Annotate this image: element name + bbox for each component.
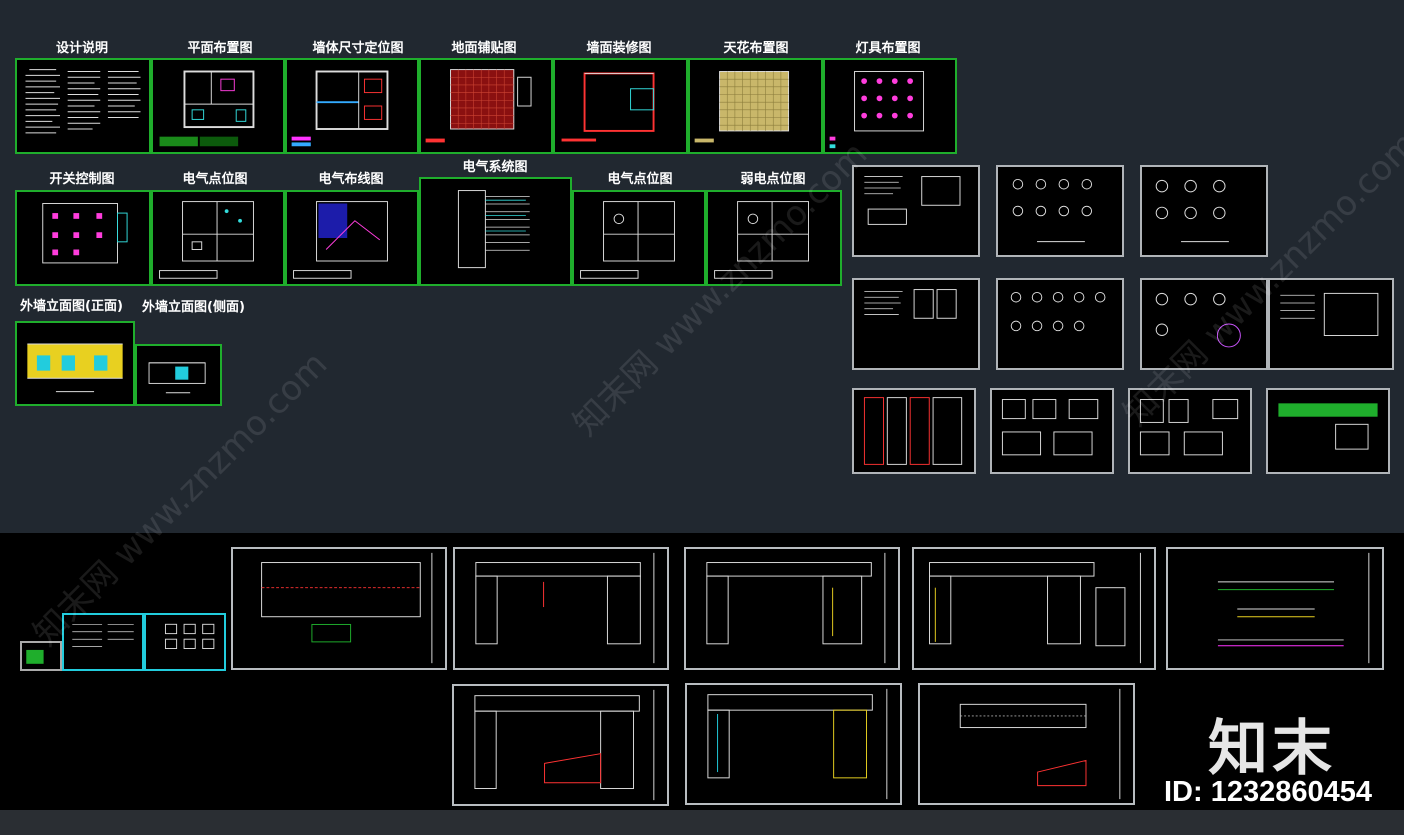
sheet-drawing [1010,291,1106,332]
sheet-detail-02[interactable] [996,165,1124,257]
sheet-drawing [1280,292,1379,336]
sheet-large-05[interactable] [1166,547,1384,670]
sheet-design-notes[interactable] [15,58,151,154]
sheet-detail-04[interactable] [852,278,980,370]
sheet-weak-current[interactable] [706,190,842,286]
title-wall-finish: 墙面装修图 [586,41,652,56]
sheet-drawing [261,552,433,664]
sheet-large-03[interactable] [684,547,900,670]
sheet-large-08[interactable] [918,683,1135,805]
sheet-drawing [1001,399,1099,456]
title-weak-current: 弱电点位图 [740,172,806,187]
sheet-drawing [694,71,790,143]
sheet-drawing [293,201,388,279]
sheet-drawing [72,623,134,648]
sheet-large-02[interactable] [453,547,669,670]
sheet-detail-06[interactable] [1140,278,1268,370]
sheet-drawing [959,688,1121,800]
sheet-drawing [25,69,141,134]
sheet-detail-10[interactable] [1128,388,1252,474]
title-wall-dimension: 墙体尺寸定位图 [312,41,404,56]
sheet-drawing [1155,292,1241,348]
sheet-drawing [561,72,655,142]
sheet-drawing [1012,178,1093,243]
sheet-drawing [159,70,255,147]
sheet-drawing [159,201,254,279]
title-electrical-system: 电气系统图 [462,160,528,175]
sheet-bottom-legend[interactable] [144,613,226,671]
sheet-drawing [864,289,957,319]
sheet-large-01[interactable] [231,547,447,670]
sheet-bottom-cover[interactable] [20,641,62,671]
sheet-drawing [26,649,44,664]
sheet-bottom-notes[interactable] [62,613,144,671]
sheet-drawing [425,69,532,143]
title-floor-tiling: 地面铺贴图 [451,41,517,56]
sheet-elevation-side[interactable] [135,344,222,406]
sheet-drawing [706,552,886,664]
sheet-drawing [863,397,963,465]
sheet-elevation-front[interactable] [15,321,135,406]
title-electrical-points: 电气点位图 [182,172,248,187]
sheet-wall-dimension[interactable] [285,58,419,154]
sheet-detail-03[interactable] [1140,165,1268,257]
sheet-drawing [829,71,925,149]
brand-logo: 知末 [1208,714,1336,784]
sheet-detail-05[interactable] [996,278,1124,370]
sheet-drawing [164,623,215,649]
bottom-strip [0,810,1404,835]
sheet-detail-09[interactable] [990,388,1114,474]
sheet-large-07[interactable] [685,683,902,805]
title-lighting-plan: 灯具布置图 [855,41,921,56]
sheet-large-06[interactable] [452,684,669,806]
sheet-detail-07[interactable] [1268,278,1394,370]
sheet-electrical-points[interactable] [151,190,285,286]
sheet-drawing [1278,403,1378,450]
title-elevation-side: 外墙立面图(侧面) [142,300,245,315]
sheet-drawing [474,689,655,801]
sheet-lighting-plan[interactable] [823,58,957,154]
sheet-floor-tiling[interactable] [419,58,553,154]
sheet-detail-01[interactable] [852,165,980,257]
sheet-drawing [42,203,128,264]
sheet-wall-finish[interactable] [553,58,688,154]
sheet-drawing [1217,552,1370,664]
sheet-ceiling-plan[interactable] [688,58,823,154]
sheet-switch-control[interactable] [15,190,151,286]
sheet-drawing [929,552,1141,664]
sheet-drawing [580,201,675,279]
sheet-drawing [1155,179,1229,243]
title-design-notes: 设计说明 [55,41,109,56]
sheet-drawing [291,70,389,147]
sheet-drawing [714,201,809,279]
title-elevation-front: 外墙立面图(正面) [20,299,123,314]
sheet-drawing [864,176,961,225]
sheet-electrical-wiring[interactable] [285,190,419,286]
sheet-drawing [475,552,655,664]
sheet-drawing [707,688,888,800]
sheet-drawing [1139,399,1239,456]
sheet-floor-plan[interactable] [151,58,285,154]
title-electrical-wiring: 电气布线图 [318,172,384,187]
sheet-large-04[interactable] [912,547,1156,670]
title-electrical-points-2: 电气点位图 [607,172,673,187]
sheet-drawing [148,362,206,394]
title-ceiling-plan: 天花布置图 [723,41,789,56]
asset-id: ID: 1232860454 [1164,776,1372,808]
sheet-detail-11[interactable] [1266,388,1390,474]
sheet-drawing [457,190,530,269]
sheet-electrical-system[interactable] [419,177,572,286]
title-switch-control: 开关控制图 [49,172,115,187]
sheet-drawing [27,343,123,393]
sheet-electrical-points-2[interactable] [572,190,706,286]
title-floor-plan: 平面布置图 [187,41,253,56]
sheet-detail-08[interactable] [852,388,976,474]
